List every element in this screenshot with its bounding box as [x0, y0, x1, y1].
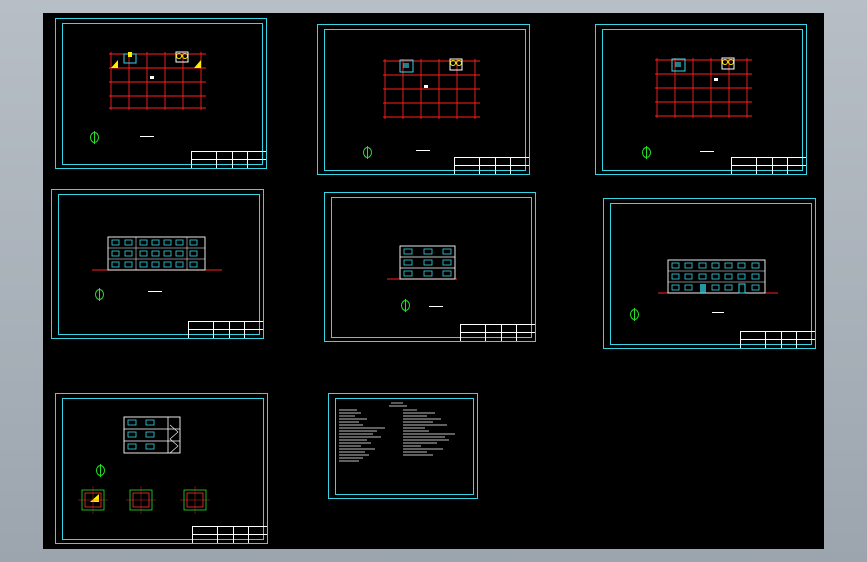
north-arrow-icon: [96, 464, 105, 477]
drawing-title-line: [148, 291, 162, 292]
notes-text-block: [337, 402, 469, 476]
north-arrow-icon: [363, 146, 372, 159]
drawing-title-line: [416, 150, 430, 151]
title-block: [731, 157, 806, 174]
north-arrow-icon: [642, 146, 651, 159]
title-block: [192, 526, 267, 543]
drawing-title-line: [140, 136, 154, 137]
section-drawing: [120, 414, 190, 456]
floor-plan-drawing: [380, 57, 485, 119]
side-elevation-drawing: [387, 241, 457, 283]
title-block: [460, 324, 535, 341]
title-block: [191, 151, 266, 168]
floor-plan-drawing: [106, 50, 211, 110]
title-block: [188, 321, 263, 338]
rear-elevation-drawing: [658, 257, 778, 297]
elevation-sheet-3[interactable]: [603, 198, 816, 349]
drawing-title-line: [700, 151, 714, 152]
elevation-sheet-1[interactable]: [51, 189, 264, 339]
title-block: [454, 157, 529, 174]
column-detail-2: [126, 486, 156, 514]
column-detail-1: [78, 486, 108, 514]
north-arrow-icon: [90, 131, 99, 144]
cad-application-window: [0, 0, 867, 562]
front-elevation-drawing: [92, 234, 222, 274]
drawing-viewport[interactable]: [43, 13, 824, 549]
drawing-title-line: [712, 312, 724, 313]
title-block: [740, 331, 815, 348]
north-arrow-icon: [401, 299, 410, 312]
floor-plan-sheet-1[interactable]: [55, 18, 267, 169]
floor-plan-drawing: [652, 56, 757, 118]
north-arrow-icon: [95, 288, 104, 301]
floor-plan-sheet-3[interactable]: [595, 24, 807, 175]
section-detail-sheet[interactable]: [55, 393, 268, 544]
design-notes-sheet[interactable]: [328, 393, 478, 499]
floor-plan-sheet-2[interactable]: [317, 24, 530, 175]
north-arrow-icon: [630, 308, 639, 321]
column-detail-3: [180, 486, 210, 514]
elevation-sheet-2[interactable]: [324, 192, 536, 342]
drawing-title-line: [429, 306, 443, 307]
